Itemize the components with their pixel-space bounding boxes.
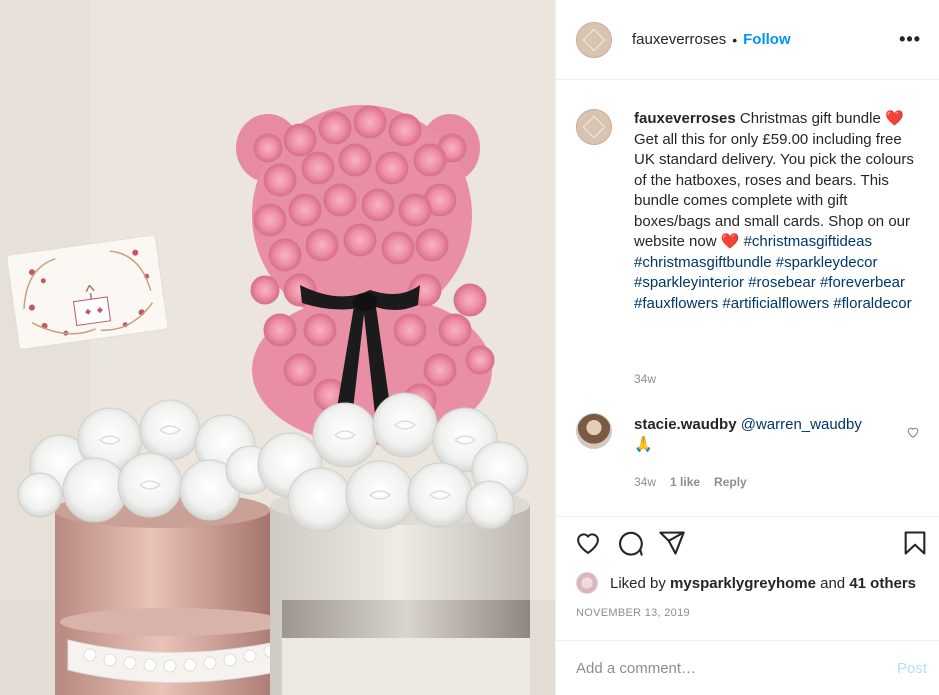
heart-icon[interactable] xyxy=(574,529,602,560)
hashtag[interactable]: #christmasgiftbundle xyxy=(634,254,772,271)
hashtag[interactable]: #rosebear xyxy=(748,274,816,291)
caption-text: fauxeverroses Christmas gift bundle ❤️ G… xyxy=(634,109,924,314)
post-header: fauxeverroses • Follow ••• xyxy=(556,0,939,80)
comment-text: stacie.waudby @warren_waudby 🙏 xyxy=(634,415,884,455)
post: fauxeverroses • Follow ••• fauxeverroses… xyxy=(0,0,939,695)
hashtag[interactable]: #artificialflowers xyxy=(722,295,829,312)
likes-prefix: Liked by xyxy=(610,574,666,592)
hashtag[interactable]: #foreverbear xyxy=(820,274,905,291)
post-date[interactable]: NOVEMBER 13, 2019 xyxy=(576,607,690,619)
post-side-panel: fauxeverroses • Follow ••• fauxeverroses… xyxy=(555,0,939,695)
comment-mention[interactable]: @warren_waudby xyxy=(741,416,862,433)
comment-username[interactable]: stacie.waudby xyxy=(634,416,737,433)
follow-button[interactable]: Follow xyxy=(743,31,791,48)
post-photo-illustration xyxy=(0,0,555,695)
caption-avatar[interactable] xyxy=(576,109,612,145)
add-comment-bar: Post xyxy=(556,640,939,695)
comment-age[interactable]: 34w xyxy=(634,475,656,489)
comment-like-icon[interactable] xyxy=(906,425,920,442)
likes-and: and xyxy=(820,574,846,592)
hashtag[interactable]: #sparkleyinterior xyxy=(634,274,744,291)
more-options-button[interactable]: ••• xyxy=(899,29,921,50)
add-comment-input[interactable] xyxy=(576,659,897,677)
red-heart-emoji: ❤️ xyxy=(884,110,904,127)
liker-avatar[interactable] xyxy=(576,572,598,594)
comment-likes[interactable]: 1 like xyxy=(670,475,700,489)
likes-summary: Liked by mysparklygreyhome and 41 others xyxy=(576,572,916,594)
comment-meta: 34w 1 like Reply xyxy=(634,475,747,489)
bookmark-icon[interactable] xyxy=(901,529,929,560)
comment-icon[interactable] xyxy=(616,529,644,560)
caption-age[interactable]: 34w xyxy=(634,372,656,386)
reply-button[interactable]: Reply xyxy=(714,475,747,489)
hashtag[interactable]: #christmasgiftideas xyxy=(744,233,872,250)
post-photo[interactable] xyxy=(0,0,555,695)
caption-title: Christmas gift bundle xyxy=(739,110,881,127)
folded-hands-emoji: 🙏 xyxy=(634,436,653,453)
hashtag[interactable]: #fauxflowers xyxy=(634,295,718,312)
share-icon[interactable] xyxy=(658,529,686,560)
hashtag[interactable]: #sparkleydecor xyxy=(776,254,878,271)
author-avatar[interactable] xyxy=(576,21,612,58)
hashtag[interactable]: #floraldecor xyxy=(833,295,911,312)
commenter-avatar[interactable] xyxy=(576,413,612,449)
red-heart-emoji: ❤️ xyxy=(720,233,740,250)
liker-username[interactable]: mysparklygreyhome xyxy=(670,575,816,592)
comments-section[interactable]: fauxeverroses Christmas gift bundle ❤️ G… xyxy=(556,81,939,516)
caption-username[interactable]: fauxeverroses xyxy=(634,110,736,127)
author-username[interactable]: fauxeverroses xyxy=(632,31,726,48)
post-comment-button[interactable]: Post xyxy=(897,660,927,677)
header-separator: • xyxy=(732,31,738,48)
likes-others[interactable]: 41 others xyxy=(849,575,916,592)
post-actions: Liked by mysparklygreyhome and 41 others… xyxy=(556,516,939,642)
action-icons xyxy=(574,529,686,560)
